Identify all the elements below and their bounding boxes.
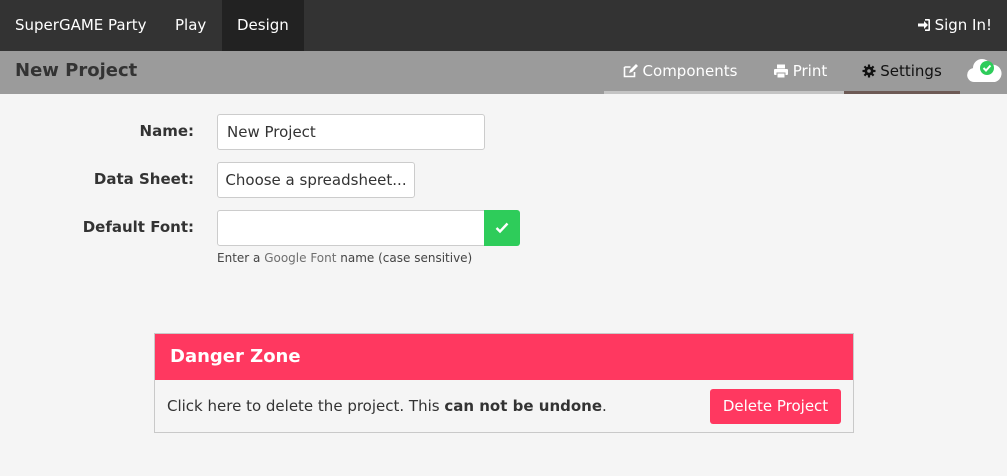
gear-icon (862, 64, 876, 78)
tab-components[interactable]: Components (604, 51, 756, 94)
check-icon (495, 222, 509, 234)
google-font-link[interactable]: Google Font (264, 251, 336, 265)
tab-print[interactable]: Print (756, 51, 844, 94)
brand-link[interactable]: SuperGAME Party (0, 0, 162, 51)
delete-project-button[interactable]: Delete Project (710, 389, 841, 424)
nav-item-design[interactable]: Design (222, 0, 304, 51)
danger-text-prefix: Click here to delete the project. This (167, 397, 445, 415)
sign-in-icon (917, 19, 930, 31)
data-sheet-label: Data Sheet: (93, 170, 194, 188)
danger-zone-text: Click here to delete the project. This c… (167, 397, 607, 415)
nav-item-play[interactable]: Play (160, 0, 221, 51)
danger-zone-panel: Danger Zone Click here to delete the pro… (154, 333, 854, 433)
cloud-check-icon (966, 57, 1002, 89)
tab-print-label: Print (792, 62, 828, 80)
name-label: Name: (139, 122, 194, 140)
danger-zone-title: Danger Zone (170, 346, 301, 367)
sign-in-label: Sign In! (934, 16, 992, 34)
project-header: New Project Components Print Settings (0, 51, 1007, 94)
confirm-font-button[interactable] (484, 210, 520, 246)
danger-text-suffix: . (602, 397, 607, 415)
font-help-text: Enter a Google Font name (case sensitive… (217, 251, 472, 265)
danger-zone-header: Danger Zone (155, 334, 853, 380)
project-title: New Project (15, 60, 138, 81)
name-input[interactable]: New Project (217, 114, 485, 150)
choose-spreadsheet-button[interactable]: Choose a spreadsheet... (217, 162, 415, 198)
sign-in-link[interactable]: Sign In! (902, 0, 1007, 51)
edit-icon (623, 64, 638, 78)
danger-text-bold: can not be undone (444, 397, 603, 415)
print-icon (773, 64, 788, 79)
tab-components-label: Components (642, 62, 738, 80)
tab-settings[interactable]: Settings (844, 51, 960, 94)
font-help-prefix: Enter a (217, 251, 265, 265)
top-navbar: SuperGAME Party Play Design Sign In! (0, 0, 1007, 51)
tab-settings-label: Settings (880, 62, 942, 80)
font-help-suffix: name (case sensitive) (336, 251, 473, 265)
default-font-label: Default Font: (82, 218, 194, 236)
default-font-input[interactable] (217, 210, 485, 246)
